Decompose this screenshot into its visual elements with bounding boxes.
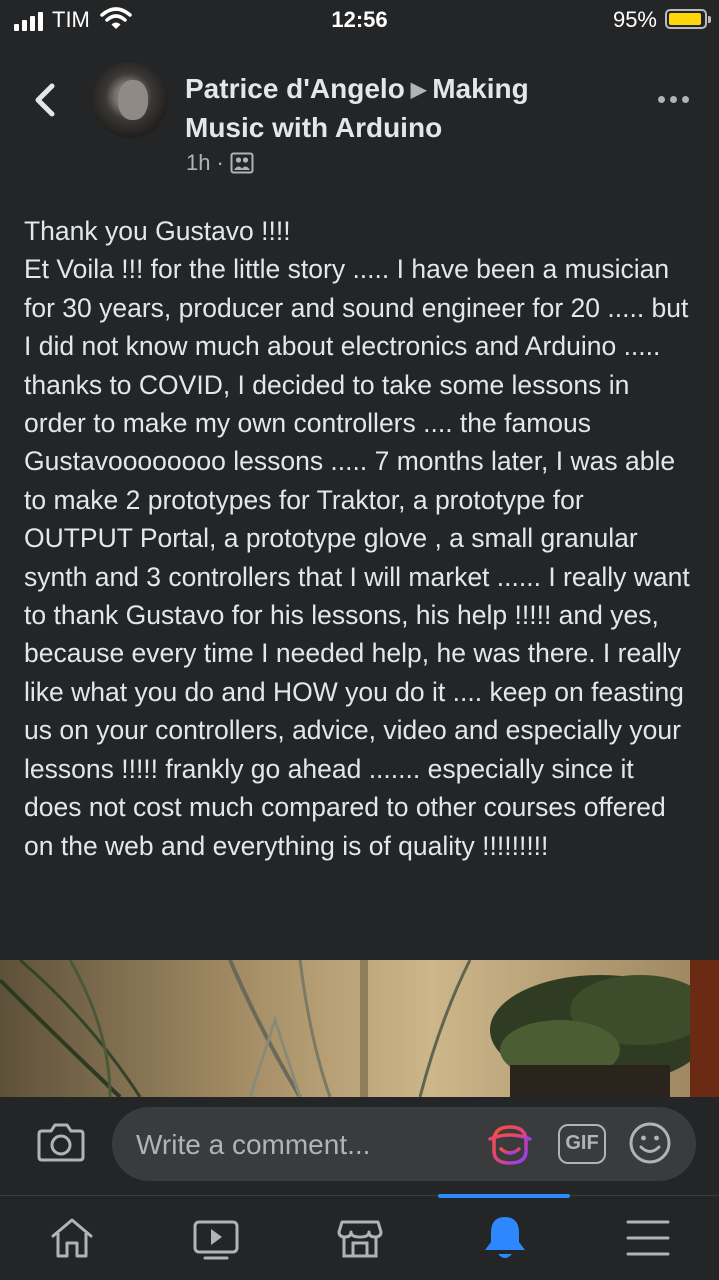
status-bar: TIM 12:56 95% — [0, 0, 719, 42]
battery-level — [669, 13, 702, 25]
tab-menu[interactable] — [618, 1208, 678, 1268]
more-options-icon[interactable] — [658, 96, 689, 103]
post-header-title: Patrice d'Angelo ▶ Making Music with Ardui… — [185, 70, 605, 147]
active-tab-indicator — [438, 1194, 570, 1198]
tab-watch[interactable] — [186, 1208, 246, 1268]
group-icon — [230, 152, 254, 174]
post-photo[interactable] — [0, 960, 719, 1097]
home-icon — [51, 1218, 93, 1258]
clock: 12:56 — [331, 7, 388, 32]
camera-icon[interactable] — [36, 1117, 86, 1167]
gif-button[interactable]: GIF — [558, 1124, 606, 1164]
back-icon[interactable] — [30, 80, 60, 120]
comment-bar: Write a comment... GIF — [0, 1097, 719, 1195]
menu-icon — [626, 1220, 670, 1256]
smiley-icon[interactable] — [628, 1121, 672, 1165]
comment-placeholder: Write a comment... — [136, 1129, 371, 1160]
video-icon — [193, 1220, 239, 1260]
post-time[interactable]: 1h — [186, 150, 210, 176]
marketplace-icon — [337, 1220, 383, 1258]
tab-marketplace[interactable] — [330, 1208, 390, 1268]
avatar[interactable] — [92, 62, 168, 138]
post-text: Thank you Gustavo !!!! Et Voila !!! for … — [24, 216, 690, 861]
arrow-right-icon: ▶ — [410, 79, 427, 101]
post-meta: 1h · — [186, 150, 254, 176]
battery-icon — [665, 9, 711, 29]
tab-home[interactable] — [42, 1208, 102, 1268]
author-name[interactable]: Patrice d'Angelo — [185, 73, 405, 104]
bell-icon — [485, 1217, 525, 1258]
tab-notifications[interactable] — [475, 1208, 535, 1268]
avatar-sticker-icon[interactable] — [486, 1121, 534, 1169]
separator: · — [216, 150, 224, 175]
battery-percentage: 95% — [612, 7, 657, 32]
bottom-nav — [0, 1194, 719, 1280]
